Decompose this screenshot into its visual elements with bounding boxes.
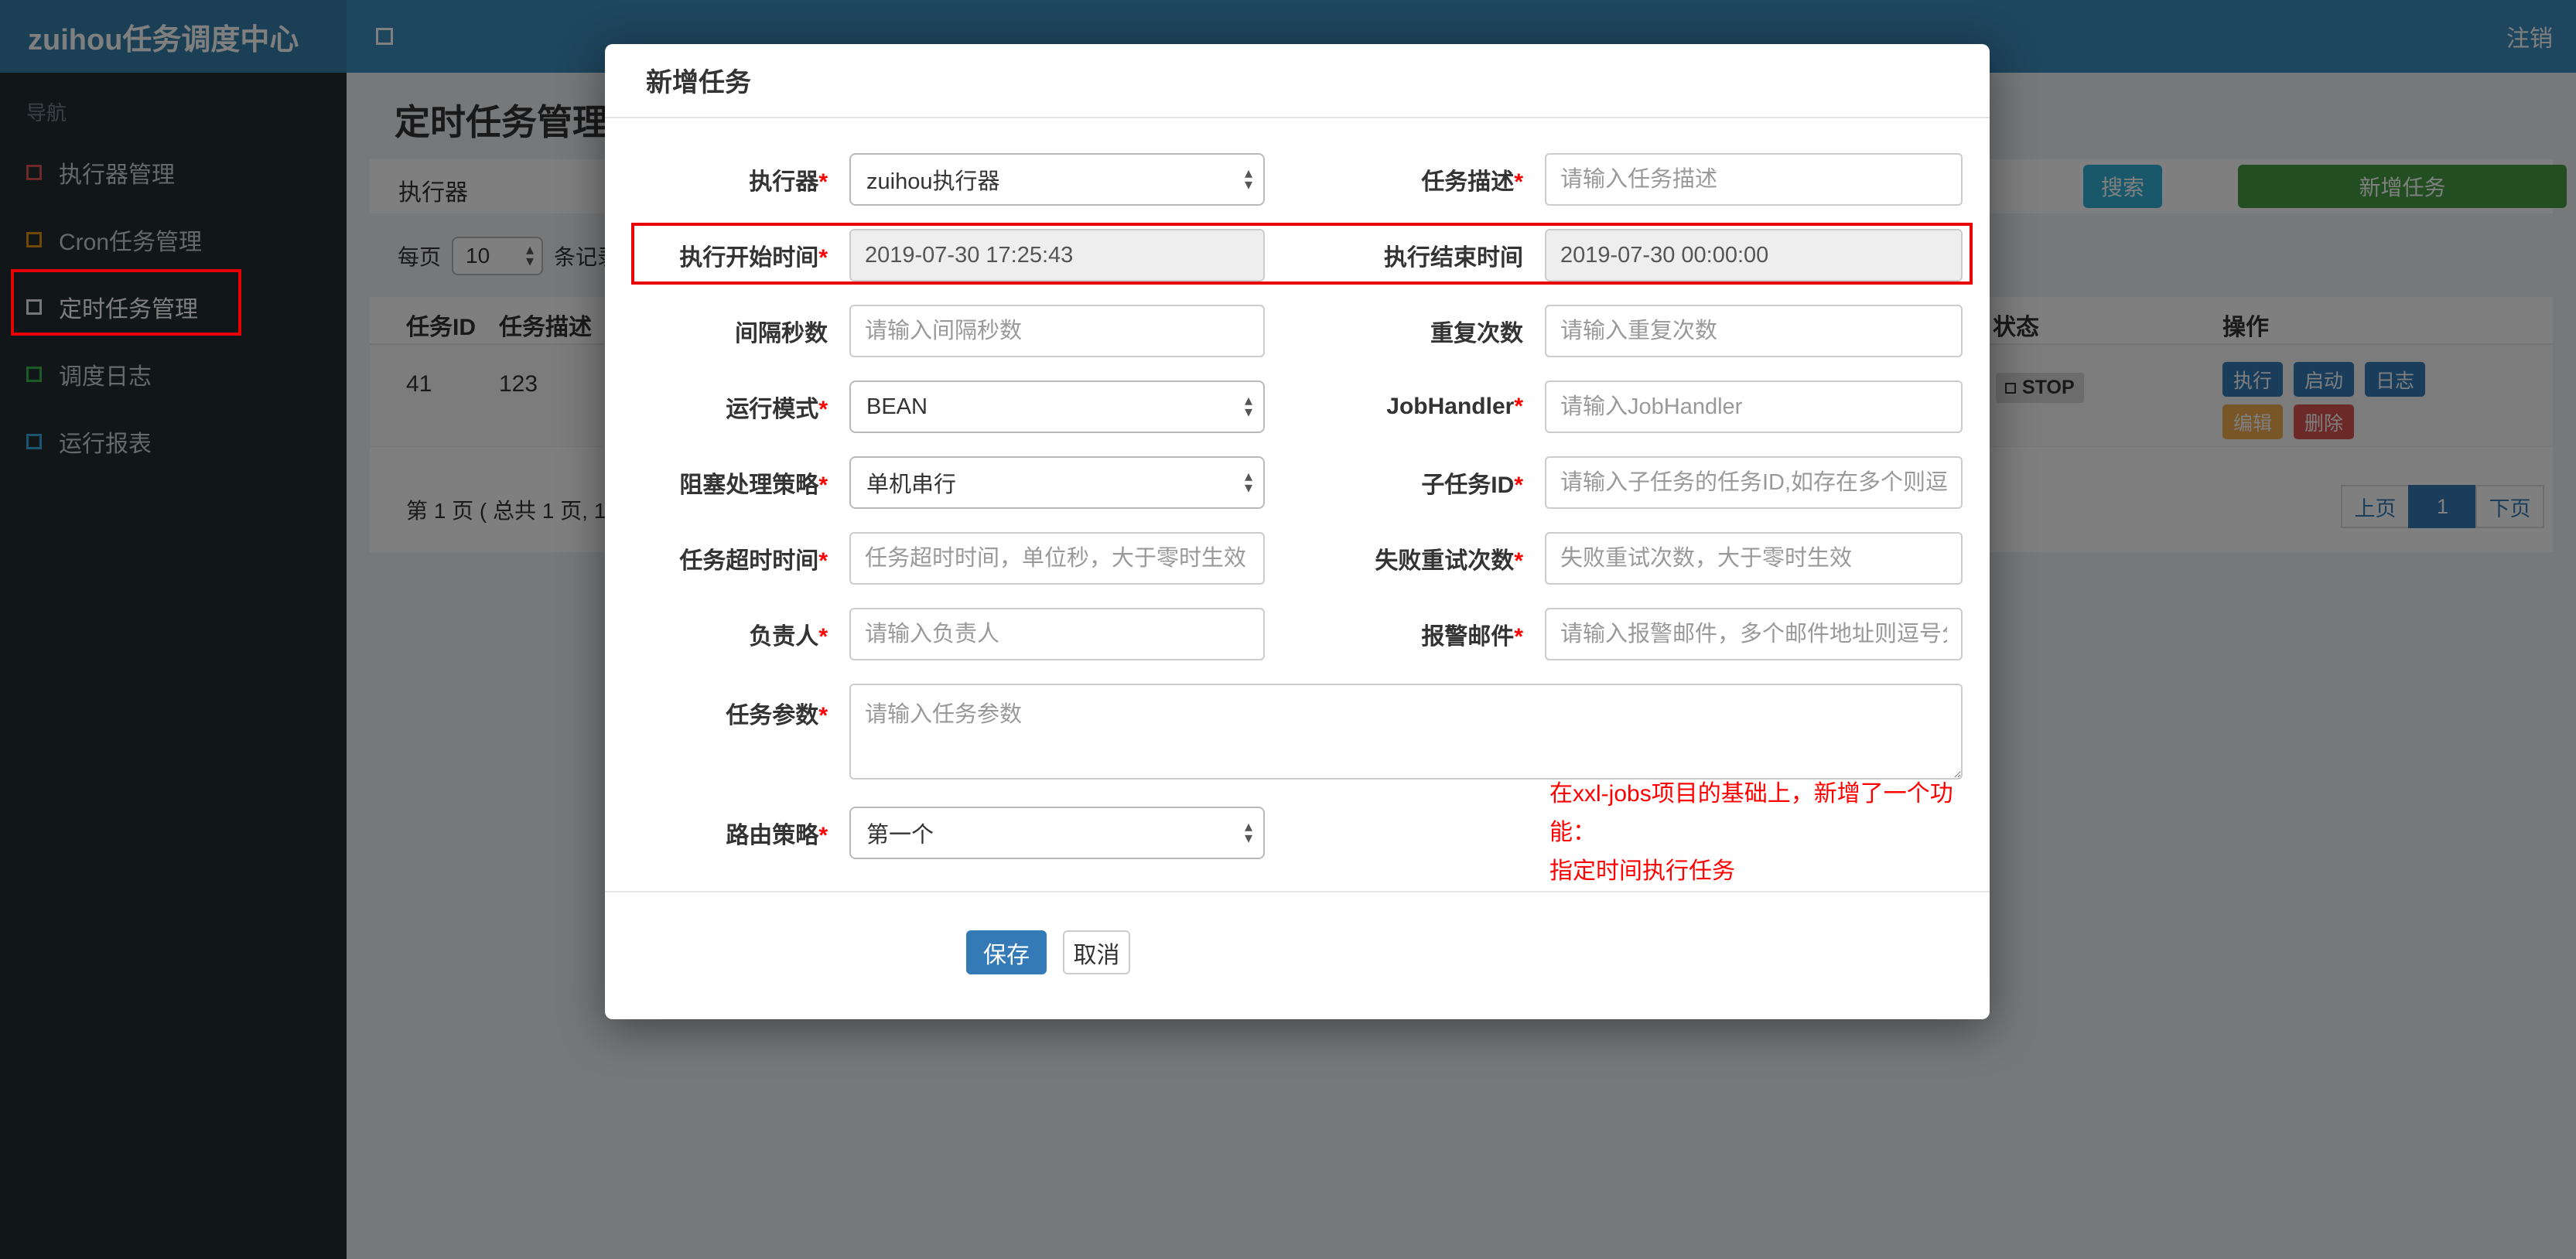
add-task-modal: 新增任务 执行器* zuihou执行器 ▴▾ 任务描述* 执行开始时间* 执行结… bbox=[605, 44, 1990, 1019]
jobhandler-input[interactable] bbox=[1545, 380, 1963, 433]
route-strategy-select-value: 第一个 bbox=[866, 823, 934, 848]
timeout-input[interactable] bbox=[849, 532, 1265, 585]
task-params-textarea[interactable] bbox=[849, 684, 1963, 780]
route-strategy-select[interactable]: 第一个 ▴ ▾ bbox=[849, 807, 1265, 859]
repeat-count-input[interactable] bbox=[1545, 305, 1963, 357]
interval-seconds-input[interactable] bbox=[849, 305, 1265, 357]
start-time-input[interactable] bbox=[849, 229, 1265, 281]
task-desc-field-label: 任务描述* bbox=[1421, 169, 1523, 195]
run-mode-select-value: BEAN bbox=[866, 394, 928, 419]
form-row-executor-desc: 执行器* zuihou执行器 ▴ ▾ 任务描述* bbox=[605, 142, 1990, 217]
form-row-mode-handler: 运行模式* BEAN ▴ ▾ JobHandler* bbox=[605, 369, 1990, 445]
run-mode-select[interactable]: BEAN ▴ ▾ bbox=[849, 380, 1265, 433]
owner-field-label: 负责人* bbox=[749, 624, 828, 650]
feature-note-line2: 指定时间执行任务 bbox=[1549, 858, 1735, 884]
form-row-route-strategy: 路由策略* 第一个 ▴ ▾ 在xxl-jobs项目的基础上，新增了一个功能： 指定… bbox=[605, 781, 1990, 884]
timeout-field-label: 任务超时时间* bbox=[679, 548, 828, 574]
block-strategy-select[interactable]: 单机串行 ▴ ▾ bbox=[849, 456, 1265, 509]
alarm-email-field-label: 报警邮件* bbox=[1421, 624, 1523, 650]
jobhandler-field-label: JobHandler* bbox=[1386, 394, 1523, 419]
select-arrows-icon: ▴▾ bbox=[1244, 818, 1252, 847]
task-params-field-label: 任务参数* bbox=[726, 703, 828, 728]
select-arrows-icon: ▴▾ bbox=[1244, 165, 1252, 193]
form-row-owner-email: 负责人* 报警邮件* bbox=[605, 596, 1990, 672]
block-strategy-select-value: 单机串行 bbox=[866, 473, 957, 497]
select-arrows-icon: ▴▾ bbox=[1244, 392, 1252, 421]
save-button[interactable]: 保存 bbox=[966, 930, 1047, 974]
retry-count-input[interactable] bbox=[1545, 532, 1963, 585]
form-row-timeout-retry: 任务超时时间* 失败重试次数* bbox=[605, 520, 1990, 596]
end-time-field-label: 执行结束时间 bbox=[1384, 245, 1523, 271]
task-desc-input[interactable] bbox=[1545, 153, 1963, 206]
owner-input[interactable] bbox=[849, 608, 1265, 660]
alarm-email-input[interactable] bbox=[1545, 608, 1963, 660]
run-mode-field-label: 运行模式* bbox=[726, 397, 828, 422]
interval-field-label: 间隔秒数 bbox=[735, 321, 828, 346]
route-strategy-field-label: 路由策略* bbox=[726, 823, 828, 848]
cancel-button[interactable]: 取消 bbox=[1063, 930, 1130, 974]
executor-select-value: zuihou执行器 bbox=[866, 169, 1000, 194]
modal-footer: 保存 取消 bbox=[605, 892, 1990, 974]
repeat-field-label: 重复次数 bbox=[1430, 321, 1523, 346]
select-arrows-icon: ▴▾ bbox=[1244, 468, 1252, 496]
modal-header: 新增任务 bbox=[605, 44, 1990, 118]
form-row-interval-repeat: 间隔秒数 重复次数 bbox=[605, 293, 1990, 369]
retry-field-label: 失败重试次数* bbox=[1375, 548, 1523, 574]
modal-title: 新增任务 bbox=[646, 68, 751, 97]
executor-field-label: 执行器* bbox=[749, 169, 828, 195]
modal-body: 执行器* zuihou执行器 ▴▾ 任务描述* 执行开始时间* 执行结束时间 间… bbox=[605, 118, 1990, 974]
form-row-block-childid: 阻塞处理策略* 单机串行 ▴ ▾ 子任务ID* bbox=[605, 445, 1990, 520]
executor-select[interactable]: zuihou执行器 ▴ ▾ bbox=[849, 153, 1265, 206]
start-time-field-label: 执行开始时间* bbox=[679, 245, 828, 271]
end-time-input[interactable] bbox=[1545, 229, 1963, 281]
feature-note: 在xxl-jobs项目的基础上，新增了一个功能： 指定时间执行任务 bbox=[1549, 775, 1990, 891]
child-task-id-input[interactable] bbox=[1545, 456, 1963, 509]
feature-note-line1: 在xxl-jobs项目的基础上，新增了一个功能： bbox=[1549, 781, 1953, 845]
form-row-exec-time: 执行开始时间* 执行结束时间 bbox=[605, 217, 1990, 293]
child-task-field-label: 子任务ID* bbox=[1421, 473, 1523, 498]
block-strategy-field-label: 阻塞处理策略* bbox=[679, 473, 828, 498]
